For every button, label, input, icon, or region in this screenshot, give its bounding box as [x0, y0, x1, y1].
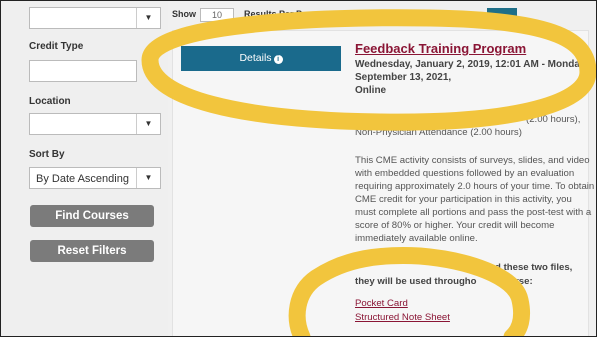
location-label: Location: [29, 96, 71, 107]
details-label: Details: [239, 52, 272, 64]
find-courses-button[interactable]: Find Courses: [30, 205, 154, 227]
sort-by-select[interactable]: By Date Ascending ▼: [29, 167, 161, 189]
description-line: with embedded questions followed by an e…: [355, 168, 575, 179]
details-button[interactable]: Details i: [181, 46, 341, 71]
reset-filters-button[interactable]: Reset Filters: [30, 240, 154, 262]
location-select[interactable]: ▼: [29, 113, 161, 135]
sort-by-value: By Date Ascending: [36, 173, 129, 185]
course-date-line-1: Wednesday, January 2, 2019, 12:01 AM - M…: [355, 59, 588, 70]
sort-by-label: Sort By: [29, 149, 65, 160]
chevron-down-icon: ▼: [136, 114, 160, 134]
pocket-card-link[interactable]: Pocket Card: [355, 298, 408, 309]
filter-sidebar: ▼ Credit Type Location ▼ Sort By By Date…: [0, 0, 168, 337]
download-note-line-2: they will be used througho: [355, 276, 477, 287]
results-per-page-select[interactable]: 10: [200, 8, 234, 22]
course-location: Online: [355, 85, 387, 96]
top-action-button[interactable]: [487, 8, 517, 16]
description-line: CME credit for your participation in thi…: [355, 194, 572, 205]
description-line: immediately available online.: [355, 233, 478, 244]
chevron-down-icon: ▼: [136, 168, 160, 188]
description-line: must complete all portions and pass the …: [355, 207, 592, 218]
results-per-page-value: 10: [211, 10, 222, 20]
show-label: Show: [172, 9, 196, 19]
credit-type-field[interactable]: [29, 60, 137, 82]
chevron-down-icon: ▼: [136, 8, 160, 28]
results-per-page-label: Results Per Page: [244, 9, 318, 19]
download-note-line-1: ownload these two files,: [462, 262, 573, 273]
download-note-line-2-end: course:: [498, 276, 533, 287]
credit-type-label: Credit Type: [29, 41, 84, 52]
course-title-link[interactable]: Feedback Training Program: [355, 41, 526, 56]
description-line: This CME activity consists of surveys, s…: [355, 155, 590, 166]
credit-hours-partial: (2.00 hours),: [526, 114, 581, 125]
description-line: score of 80% or higher. Your credit will…: [355, 220, 555, 231]
info-icon: i: [273, 55, 283, 64]
structured-note-sheet-link[interactable]: Structured Note Sheet: [355, 312, 450, 323]
category-select[interactable]: ▼: [29, 7, 161, 29]
description-line: requiring approximately 2.0 hours of you…: [355, 181, 595, 192]
credit-hours-line: Non-Physician Attendance (2.00 hours): [355, 127, 522, 138]
course-date-line-2: September 13, 2021,: [355, 72, 452, 83]
